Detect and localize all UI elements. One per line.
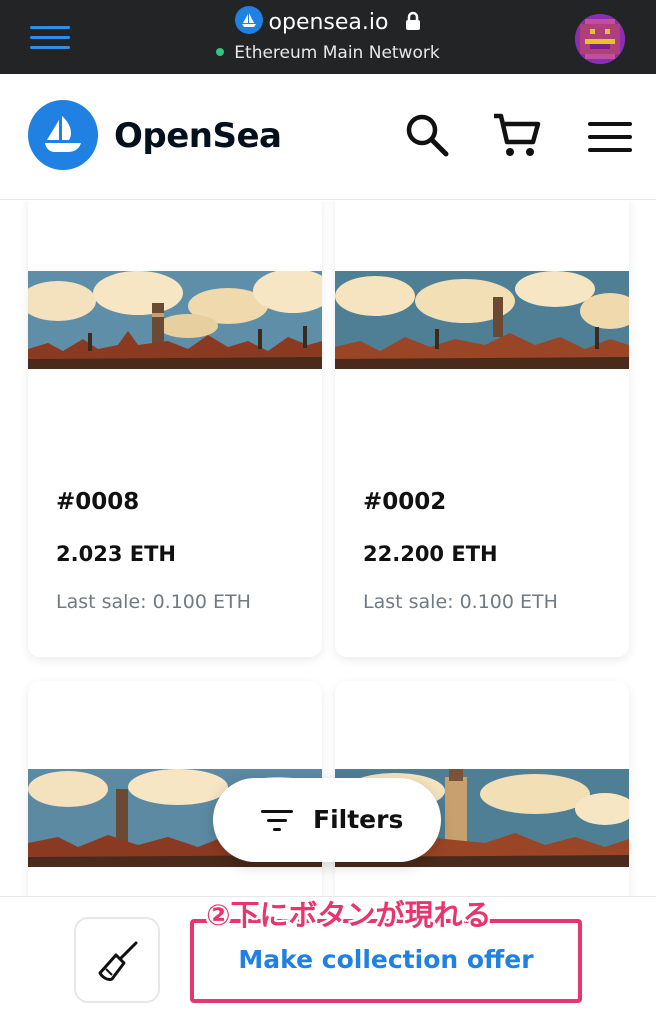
site-header: OpenSea [0,74,656,200]
nft-price: 22.200 ETH [363,542,498,566]
make-collection-offer-label: Make collection offer [238,945,534,974]
filters-button[interactable]: Filters [213,778,441,862]
cart-icon[interactable] [492,112,542,164]
brand-name[interactable]: OpenSea [114,116,282,156]
network-indicator: Ethereum Main Network [0,43,656,63]
url-text: opensea.io [268,10,389,35]
nft-price: 2.023 ETH [56,542,176,566]
annotation-text: ②下にボタンが現れる [206,898,492,932]
wallet-avatar[interactable] [575,14,625,64]
broom-icon [98,941,138,981]
nft-image [28,271,322,369]
nft-card[interactable]: #0002 22.200 ETH Last sale: 0.100 ETH [335,201,629,657]
opensea-site-icon [234,6,263,34]
filters-label: Filters [313,805,404,834]
site-menu-icon[interactable] [588,122,632,156]
filter-icon [261,810,293,836]
nft-title: #0008 [56,489,140,515]
opensea-logo-icon[interactable] [28,100,98,170]
nft-last-sale: Last sale: 0.100 ETH [56,591,251,613]
nft-last-sale: Last sale: 0.100 ETH [363,591,558,613]
nft-title: #0002 [363,489,447,515]
network-name: Ethereum Main Network [234,43,440,63]
search-icon[interactable] [404,112,450,162]
lock-icon [405,11,421,37]
url-bar[interactable]: opensea.io [0,6,656,37]
sweep-button[interactable] [74,917,160,1003]
browser-top-bar: opensea.io Ethereum Main Network [0,0,656,74]
nft-card[interactable]: #0008 2.023 ETH Last sale: 0.100 ETH [28,201,322,657]
network-status-dot [216,48,225,56]
nft-image [335,271,629,369]
